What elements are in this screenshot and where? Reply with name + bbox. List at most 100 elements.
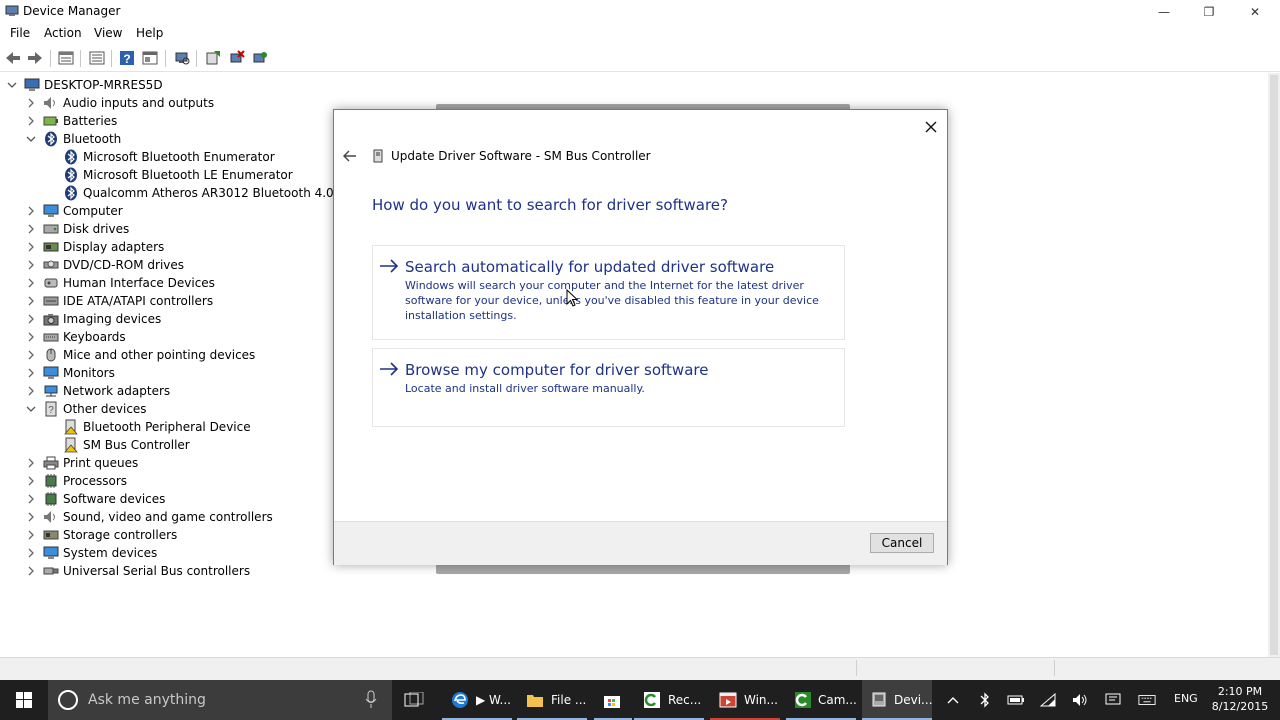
tree-category[interactable]: Software devices	[25, 490, 165, 508]
tree-category[interactable]: Computer	[25, 202, 123, 220]
tree-child-item[interactable]: Microsoft Bluetooth Enumerator	[63, 148, 275, 166]
properties-icon[interactable]	[57, 49, 75, 67]
tree-category[interactable]: Mice and other pointing devices	[25, 346, 255, 364]
chevron-down-icon[interactable]	[25, 133, 37, 145]
search-automatically-option[interactable]: Search automatically for updated driver …	[372, 245, 845, 340]
tree-category[interactable]: Batteries	[25, 112, 117, 130]
language-indicator[interactable]: ENG	[1174, 692, 1198, 705]
action-center-icon[interactable]	[1104, 691, 1122, 709]
chevron-right-icon[interactable]	[25, 547, 37, 559]
bluetooth-tray-icon[interactable]	[976, 691, 994, 709]
chevron-right-icon[interactable]	[25, 349, 37, 361]
help-icon[interactable]: ?	[118, 49, 136, 67]
taskbar-app-button[interactable]: Win...	[710, 680, 780, 720]
tree-category[interactable]: Universal Serial Bus controllers	[25, 562, 250, 580]
chevron-right-icon[interactable]	[25, 565, 37, 577]
start-button[interactable]	[0, 680, 48, 720]
display-adapter-icon	[43, 239, 59, 255]
chevron-right-icon[interactable]	[25, 529, 37, 541]
dialog-close-button[interactable]	[920, 116, 942, 138]
cortana-search-box[interactable]: Ask me anything	[48, 680, 392, 720]
tree-category[interactable]: Imaging devices	[25, 310, 161, 328]
chevron-right-icon[interactable]	[25, 367, 37, 379]
menu-help[interactable]: Help	[136, 26, 163, 40]
chevron-right-icon[interactable]	[25, 205, 37, 217]
tree-category[interactable]: Sound, video and game controllers	[25, 508, 273, 526]
cancel-button[interactable]: Cancel	[870, 533, 934, 553]
keyboard-icon[interactable]	[1138, 691, 1156, 709]
menu-action[interactable]: Action	[44, 26, 82, 40]
chevron-right-icon[interactable]	[25, 457, 37, 469]
tree-category[interactable]: Keyboards	[25, 328, 126, 346]
volume-icon[interactable]	[1071, 691, 1089, 709]
tree-root[interactable]: DESKTOP-MRRES5D	[6, 76, 163, 94]
tree-child-item[interactable]: Bluetooth Peripheral Device	[63, 418, 251, 436]
show-hidden-icons[interactable]	[944, 691, 962, 709]
menu-view[interactable]: View	[94, 26, 122, 40]
uninstall-icon[interactable]	[228, 49, 246, 67]
forward-icon[interactable]	[26, 49, 44, 67]
clock[interactable]: 2:10 PM 8/12/2015	[1210, 684, 1270, 714]
chevron-right-icon[interactable]	[25, 295, 37, 307]
wifi-icon[interactable]	[1039, 691, 1057, 709]
chevron-right-icon[interactable]	[25, 223, 37, 235]
chevron-right-icon[interactable]	[25, 97, 37, 109]
taskbar-app-button[interactable]: Cam...	[786, 680, 857, 720]
task-view-icon[interactable]	[404, 692, 424, 708]
battery-icon[interactable]	[1007, 691, 1025, 709]
show-hide-icon[interactable]	[88, 49, 106, 67]
tree-category[interactable]: Bluetooth	[25, 130, 121, 148]
dialog-back-button[interactable]	[342, 148, 358, 164]
tree-child-item[interactable]: SM Bus Controller	[63, 436, 190, 454]
chevron-right-icon[interactable]	[25, 385, 37, 397]
chevron-right-icon[interactable]	[25, 493, 37, 505]
tree-category[interactable]: Storage controllers	[25, 526, 177, 544]
scan-hardware-icon[interactable]	[173, 49, 191, 67]
close-window-button[interactable]: ✕	[1232, 0, 1278, 23]
chevron-down-icon[interactable]	[25, 403, 37, 415]
chevron-right-icon[interactable]	[25, 259, 37, 271]
tree-category[interactable]: Human Interface Devices	[25, 274, 215, 292]
taskbar-app-button[interactable]: ▶ W...	[442, 680, 512, 720]
tree-child-item[interactable]: Qualcomm Atheros AR3012 Bluetooth 4.0	[63, 184, 334, 202]
tree-child-item[interactable]: Microsoft Bluetooth LE Enumerator	[63, 166, 293, 184]
tree-category[interactable]: Print queues	[25, 454, 138, 472]
tree-category[interactable]: Network adapters	[25, 382, 170, 400]
ide-icon	[43, 293, 59, 309]
tree-scrollbar[interactable]	[1268, 73, 1280, 657]
tree-category[interactable]: System devices	[25, 544, 157, 562]
chevron-right-icon[interactable]	[25, 115, 37, 127]
chevron-right-icon[interactable]	[25, 241, 37, 253]
taskbar-app-button[interactable]: File ...	[517, 680, 587, 720]
update-driver-icon[interactable]	[204, 49, 222, 67]
back-icon[interactable]	[4, 49, 22, 67]
restore-button[interactable]: ❐	[1186, 0, 1232, 23]
tree-category[interactable]: Disk drives	[25, 220, 129, 238]
chevron-down-icon[interactable]	[6, 79, 18, 91]
tree-category[interactable]: Audio inputs and outputs	[25, 94, 214, 112]
taskbar-app-button[interactable]: Rec...	[634, 680, 704, 720]
tree-category[interactable]: Monitors	[25, 364, 115, 382]
view-icon[interactable]	[141, 49, 159, 67]
tree-category[interactable]: ? Other devices	[25, 400, 147, 418]
chevron-right-icon[interactable]	[25, 475, 37, 487]
enable-device-icon[interactable]	[251, 49, 269, 67]
taskbar-app-button[interactable]	[594, 680, 632, 720]
chevron-right-icon[interactable]	[25, 277, 37, 289]
tree-category[interactable]: Processors	[25, 472, 127, 490]
warning-device-icon	[63, 437, 79, 453]
browse-computer-option[interactable]: Browse my computer for driver software L…	[372, 348, 845, 427]
minimize-button[interactable]: —	[1141, 0, 1187, 23]
speaker-icon	[43, 509, 59, 525]
chevron-right-icon[interactable]	[25, 511, 37, 523]
chevron-right-icon[interactable]	[25, 313, 37, 325]
scrollbar-thumb[interactable]	[1270, 75, 1278, 655]
tree-item-label: Software devices	[63, 492, 166, 506]
tree-category[interactable]: IDE ATA/ATAPI controllers	[25, 292, 213, 310]
menu-file[interactable]: File	[10, 26, 30, 40]
chevron-right-icon[interactable]	[25, 331, 37, 343]
taskbar-app-button[interactable]: Devi...	[862, 680, 933, 720]
bluetooth-icon	[43, 131, 59, 147]
tree-category[interactable]: DVD/CD-ROM drives	[25, 256, 184, 274]
tree-category[interactable]: Display adapters	[25, 238, 164, 256]
